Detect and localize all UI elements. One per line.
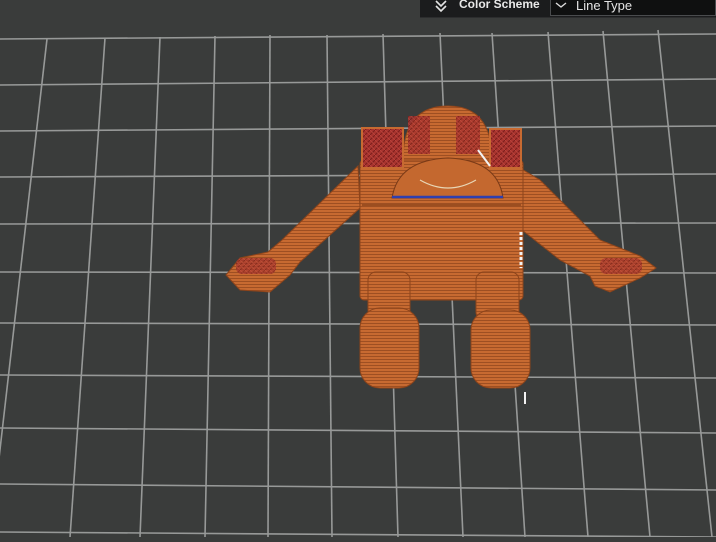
- double-chevron-down-icon[interactable]: [433, 0, 449, 14]
- color-scheme-selected-value: Line Type: [576, 0, 633, 13]
- left-hand-infill: [236, 258, 276, 274]
- head-infill-left: [408, 116, 430, 154]
- right-hand-infill: [600, 258, 642, 274]
- left-foot: [359, 307, 420, 389]
- color-scheme-toolbar: Color Scheme Line Type: [420, 0, 716, 18]
- right-shoulder-infill: [489, 128, 522, 169]
- color-scheme-label: Color Scheme: [459, 0, 540, 11]
- sliced-model-preview[interactable]: [225, 105, 657, 404]
- chevron-down-icon: [555, 2, 567, 8]
- left-shoulder-infill: [361, 127, 404, 169]
- head-infill-right: [456, 116, 480, 154]
- color-scheme-dropdown[interactable]: Line Type: [550, 0, 716, 16]
- build-plate-scene[interactable]: [0, 0, 716, 538]
- 3d-viewport[interactable]: [0, 0, 716, 538]
- right-foot: [470, 309, 531, 389]
